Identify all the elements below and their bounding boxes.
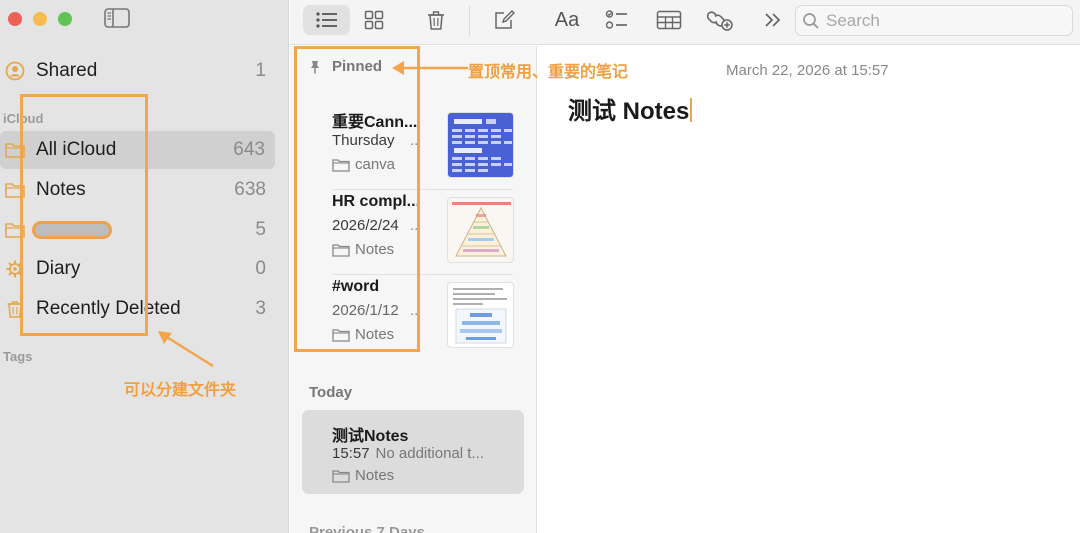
- note-thumbnail: [447, 197, 514, 263]
- note-preview: No additional t...: [375, 445, 484, 462]
- annotation-arrow-up-left: [158, 331, 214, 368]
- sidebar-item-count: 3: [255, 298, 266, 319]
- checklist-icon: [605, 10, 627, 29]
- note-title: 测试Notes: [332, 428, 409, 445]
- trash-icon: [428, 11, 444, 30]
- checklist-button[interactable]: [602, 5, 632, 35]
- add-link-button[interactable]: [704, 5, 736, 35]
- sidebar-item-count: 5: [255, 219, 266, 240]
- annotation-pinned-note: 置顶常用、重要的笔记: [468, 64, 629, 81]
- search-icon: [803, 13, 819, 29]
- annotation-arrow-left: [392, 61, 468, 75]
- sidebar-item-count: 638: [234, 179, 266, 200]
- note-time: 15:57: [332, 445, 370, 462]
- annotation-folders-note: 可以分建文件夹: [124, 382, 237, 399]
- note-editor[interactable]: March 22, 2026 at 15:57 测试 Notes: [538, 46, 1080, 533]
- toolbar: Aa: [290, 0, 1080, 45]
- table-icon: [656, 10, 682, 30]
- previous-7-days-header: Previous 7 Days: [309, 524, 425, 533]
- toolbar-divider: [469, 6, 470, 36]
- folder-icon: [332, 469, 350, 483]
- sidebar-item-count: 0: [255, 258, 266, 279]
- note-editor-title-text: 测试 Notes: [568, 98, 690, 125]
- sidebar-item-label: Shared: [36, 60, 98, 81]
- list-view-icon: [315, 12, 337, 28]
- link-add-icon: [707, 11, 733, 31]
- note-thumbnail: [447, 112, 514, 178]
- note-folder: Notes: [332, 467, 394, 484]
- sidebar-toggle-icon[interactable]: [104, 8, 130, 28]
- note-folder-label: Notes: [355, 467, 395, 484]
- table-button[interactable]: [654, 5, 684, 35]
- search-box[interactable]: [795, 5, 1073, 36]
- shared-person-icon: [5, 61, 25, 81]
- grid-icon: [364, 10, 384, 30]
- format-button[interactable]: Aa: [548, 5, 586, 35]
- search-input[interactable]: [826, 10, 1066, 32]
- zoom-window-button[interactable]: [58, 12, 72, 26]
- note-item-selected[interactable]: 测试Notes 15:57 No additional t... Notes: [302, 410, 524, 494]
- compose-icon: [495, 10, 515, 29]
- sidebar-item-count: 1: [255, 60, 266, 81]
- delete-button[interactable]: [420, 5, 452, 35]
- close-window-button[interactable]: [8, 12, 22, 26]
- note-timestamp: March 22, 2026 at 15:57: [726, 62, 889, 79]
- new-note-button[interactable]: [489, 5, 521, 35]
- annotation-box-folders: [20, 94, 148, 336]
- chevron-double-right-icon: [765, 13, 781, 27]
- note-thumbnail: [447, 282, 514, 348]
- minimize-window-button[interactable]: [33, 12, 47, 26]
- note-time-preview: 15:57 No additional t...: [332, 445, 484, 462]
- gallery-view-button[interactable]: [358, 5, 390, 35]
- annotation-box-pinned: [294, 46, 420, 352]
- today-section-header: Today: [309, 384, 353, 401]
- note-editor-title[interactable]: 测试 Notes: [568, 91, 693, 126]
- tags-section-header: Tags: [3, 349, 33, 364]
- list-view-button[interactable]: [303, 5, 350, 35]
- sidebar-item-shared[interactable]: Shared 1: [0, 52, 276, 90]
- more-toolbar-button[interactable]: [760, 5, 786, 35]
- text-caret: [690, 98, 693, 122]
- sidebar-item-count: 643: [233, 139, 265, 160]
